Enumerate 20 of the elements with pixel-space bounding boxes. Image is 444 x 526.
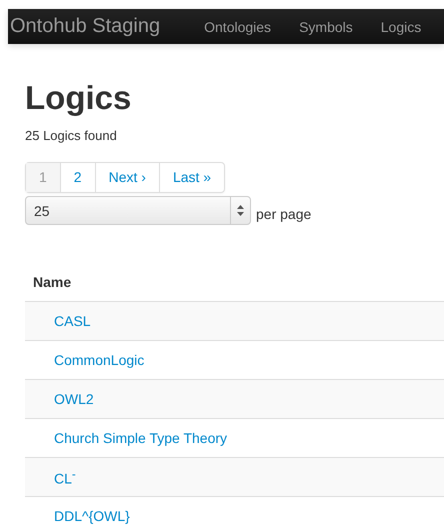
stepper-icon [237, 205, 244, 216]
page-link[interactable]: 1 [26, 163, 60, 192]
nav-link[interactable]: Symbols [285, 18, 367, 34]
nav-link[interactable]: Ontologies [190, 18, 286, 34]
logic-link[interactable]: DDL^{OWL} [54, 508, 130, 524]
logic-link[interactable]: Church Simple Type Theory [54, 430, 228, 446]
page-link[interactable]: Last » [158, 163, 224, 192]
per-page-label: per page [256, 206, 312, 224]
logic-link[interactable]: CommonLogic [54, 352, 144, 368]
logic-link[interactable]: CL$^{-}$ [54, 467, 76, 487]
per-page-select[interactable]: 25 [25, 196, 251, 225]
page-link[interactable]: Next › [94, 163, 159, 192]
logic-link[interactable]: OWL2 [54, 391, 94, 407]
logic-link[interactable]: CASL [54, 313, 91, 329]
column-header: Name [32, 273, 72, 292]
nav-link[interactable]: Logics [366, 18, 436, 34]
page-title: Logics [25, 78, 132, 118]
page-link[interactable]: 2 [60, 163, 95, 192]
results-count: 25 Logics found [25, 128, 118, 143]
brand-link[interactable]: Ontohub Staging [8, 15, 190, 38]
